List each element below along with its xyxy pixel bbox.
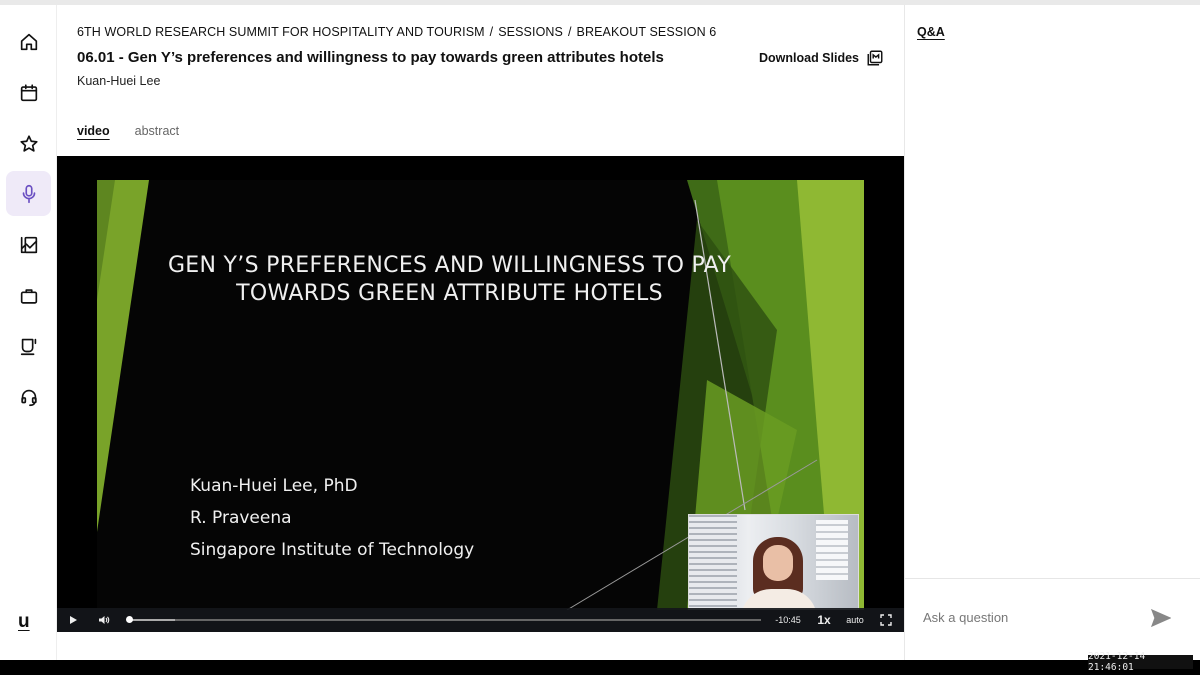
slide-affiliation-line: Singapore Institute of Technology (190, 540, 475, 560)
image-icon (20, 236, 37, 253)
star-icon (19, 134, 38, 152)
breadcrumb-separator: / (567, 25, 572, 39)
sidebar-item-support[interactable] (6, 374, 51, 419)
send-icon (1150, 608, 1172, 628)
tab-abstract[interactable]: abstract (135, 124, 179, 138)
home-icon (20, 33, 37, 50)
mute-button[interactable] (95, 608, 113, 632)
sidebar: u (0, 5, 57, 660)
sidebar-item-exhibitors[interactable] (6, 273, 51, 318)
page-title: 06.01 - Gen Y’s preferences and willingn… (77, 49, 664, 66)
slide-title-line: TOWARDS GREEN ATTRIBUTE HOTELS (236, 281, 663, 306)
headset-icon (20, 389, 37, 406)
sidebar-item-lounge[interactable] (6, 323, 51, 368)
download-slides-label: Download Slides (758, 51, 859, 65)
video-player[interactable]: GEN Y’S PREFERENCES AND WILLINGNESS TO P… (57, 156, 904, 632)
progress-knob[interactable] (126, 616, 133, 623)
slide-author-line: Kuan-Huei Lee, PhD (190, 476, 358, 496)
breadcrumb-item-breakout[interactable]: BREAKOUT SESSION 6 (577, 25, 717, 39)
brand-logo[interactable]: u (18, 611, 30, 633)
recording-timestamp: 2021-12-14 21:46:01 (1088, 651, 1193, 673)
microphone-icon (22, 184, 35, 203)
sidebar-item-sessions[interactable] (6, 171, 51, 216)
progress-slider[interactable] (126, 616, 761, 623)
breadcrumb-item-event[interactable]: 6TH WORLD RESEARCH SUMMIT FOR HOSPITALIT… (77, 25, 485, 39)
slides-download-icon (867, 50, 883, 66)
breadcrumb-item-sessions[interactable]: SESSIONS (498, 25, 563, 39)
app-window: u 6TH WORLD RESEARCH SUMMIT FOR HOSPITAL… (0, 0, 1200, 660)
speaker-webcam-thumbnail (688, 514, 859, 610)
volume-icon (99, 616, 110, 624)
send-question-button[interactable] (1150, 608, 1172, 628)
fullscreen-button[interactable] (878, 608, 894, 632)
quality-button[interactable]: auto (843, 608, 867, 632)
sidebar-item-favorites[interactable] (6, 121, 51, 166)
calendar-icon (20, 83, 37, 101)
slide-title: GEN Y’S PREFERENCES AND WILLINGNESS TO P… (157, 252, 742, 308)
time-remaining: -10:45 (775, 615, 801, 625)
ask-question-input[interactable] (923, 605, 1143, 629)
play-icon (70, 616, 77, 624)
fullscreen-icon (880, 614, 892, 626)
slide-author-line: R. Praveena (190, 508, 292, 528)
tab-qa[interactable]: Q&A (917, 25, 945, 39)
breadcrumb: 6TH WORLD RESEARCH SUMMIT FOR HOSPITALIT… (77, 25, 716, 39)
sidebar-item-schedule[interactable] (6, 70, 51, 115)
sidebar-item-home[interactable] (6, 19, 51, 64)
tab-video[interactable]: video (77, 124, 110, 138)
content-tabs: video abstract (77, 124, 179, 138)
slide-authors: Kuan-Huei Lee, PhD R. Praveena Singapore… (190, 470, 474, 566)
speaker-name[interactable]: Kuan-Huei Lee (77, 74, 160, 88)
progress-buffered (128, 619, 176, 621)
video-controls-bar: -10:45 1x auto (57, 608, 904, 632)
playback-speed-button[interactable]: 1x (813, 608, 835, 632)
play-button[interactable] (65, 608, 81, 632)
briefcase-icon (20, 288, 37, 304)
qa-panel: Q&A (904, 5, 1200, 660)
coffee-cup-icon (20, 338, 36, 355)
breadcrumb-separator: / (489, 25, 494, 39)
sidebar-item-posters[interactable] (6, 222, 51, 267)
slide-title-line: GEN Y’S PREFERENCES AND WILLINGNESS TO P… (167, 253, 732, 278)
qa-divider (905, 578, 1200, 579)
download-slides-button[interactable]: Download Slides (759, 49, 884, 67)
